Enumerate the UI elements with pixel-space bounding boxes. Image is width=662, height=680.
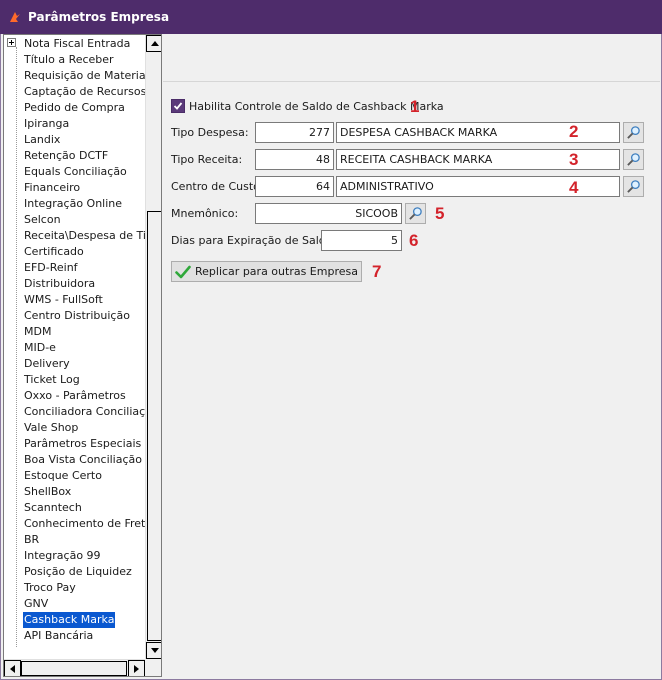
tree-item[interactable]: BR bbox=[23, 532, 40, 548]
tree-item[interactable]: Título a Receber bbox=[23, 52, 115, 68]
tree-item[interactable]: Distribuidora bbox=[23, 276, 96, 292]
tree-item[interactable]: Financeiro bbox=[23, 180, 81, 196]
tree-item[interactable]: Cashback Marka bbox=[23, 612, 116, 628]
tree-item[interactable]: Centro Distribuição bbox=[23, 308, 131, 324]
tree-vertical-scrollbar[interactable] bbox=[145, 35, 161, 659]
tree-item[interactable]: Parâmetros Especiais bbox=[23, 436, 142, 452]
tree-item[interactable]: Conciliadora Conciliação bbox=[23, 404, 145, 420]
scroll-left-button[interactable] bbox=[4, 660, 21, 676]
tree-item[interactable]: Delivery bbox=[23, 356, 71, 372]
tree-item[interactable]: Pedido de Compra bbox=[23, 100, 126, 116]
tipo-despesa-label: Tipo Despesa: bbox=[171, 126, 249, 139]
magnifier-icon bbox=[627, 180, 640, 193]
tipo-receita-lookup-button[interactable] bbox=[623, 149, 644, 170]
horizontal-scroll-thumb[interactable] bbox=[21, 661, 127, 676]
tree-item[interactable]: EFD-Reinf bbox=[23, 260, 79, 276]
tree-item[interactable]: Retenção DCTF bbox=[23, 148, 109, 164]
arrow-down-icon bbox=[150, 648, 159, 653]
tree-item[interactable]: Ipiranga bbox=[23, 116, 70, 132]
tree-item[interactable]: Conhecimento de Frete bbox=[23, 516, 145, 532]
tree-item[interactable]: Equals Conciliação bbox=[23, 164, 128, 180]
annotation-3: 3 bbox=[569, 150, 579, 169]
tree-item[interactable]: Posição de Liquidez bbox=[23, 564, 133, 580]
annotation-1: 1 bbox=[410, 97, 420, 116]
tree-item[interactable]: GNV bbox=[23, 596, 49, 612]
checkmark-icon bbox=[173, 102, 183, 110]
tree-list: Nota Fiscal Entrada Título a Receber Requi… bbox=[4, 35, 145, 659]
tree-item[interactable]: Requisição de Materiais bbox=[23, 68, 145, 84]
habilita-label: Habilita Controle de Saldo de Cashback M… bbox=[189, 99, 444, 113]
panel-divider bbox=[163, 81, 660, 82]
scroll-up-button[interactable] bbox=[146, 35, 161, 52]
tree-item[interactable]: Scanntech bbox=[23, 500, 83, 516]
annotation-5: 5 bbox=[435, 204, 445, 223]
tree-item[interactable]: Troco Pay bbox=[23, 580, 77, 596]
arrow-up-icon bbox=[150, 41, 159, 46]
centro-custo-lookup-button[interactable] bbox=[623, 176, 644, 197]
title-bar: Parâmetros Empresa bbox=[0, 0, 662, 34]
replicar-button[interactable]: Replicar para outras Empresa bbox=[171, 261, 362, 282]
green-check-icon bbox=[175, 265, 191, 278]
scroll-down-button[interactable] bbox=[146, 642, 161, 659]
vertical-scroll-thumb[interactable] bbox=[147, 211, 161, 641]
tipo-despesa-lookup-button[interactable] bbox=[623, 122, 644, 143]
mnemonico-field[interactable]: SICOOB bbox=[255, 203, 402, 224]
tree-item[interactable]: Estoque Certo bbox=[23, 468, 103, 484]
tree-item[interactable]: API Bancária bbox=[23, 628, 94, 644]
magnifier-icon bbox=[627, 153, 640, 166]
habilita-checkbox[interactable] bbox=[171, 99, 185, 113]
scrollbar-corner bbox=[145, 659, 161, 676]
dias-expiracao-field[interactable]: 5 bbox=[321, 230, 402, 251]
annotation-6: 6 bbox=[409, 231, 419, 250]
replicar-button-label: Replicar para outras Empresa bbox=[195, 265, 358, 278]
tree-item[interactable]: Integração 99 bbox=[23, 548, 102, 564]
annotation-4: 4 bbox=[569, 178, 579, 197]
mnemonico-lookup-button[interactable] bbox=[405, 203, 426, 224]
tree-guide-line bbox=[16, 47, 17, 647]
dias-expiracao-label: Dias para Expiração de Saldo: bbox=[171, 234, 337, 247]
window-title: Parâmetros Empresa bbox=[28, 10, 170, 24]
magnifier-icon bbox=[409, 207, 422, 220]
tree-item[interactable]: Selcon bbox=[23, 212, 62, 228]
tree-item[interactable]: MID-e bbox=[23, 340, 57, 356]
tree-item[interactable]: Certificado bbox=[23, 244, 85, 260]
tree-item[interactable]: MDM bbox=[23, 324, 52, 340]
plus-expander-icon[interactable] bbox=[7, 38, 16, 47]
mnemonico-label: Mnemônico: bbox=[171, 207, 239, 220]
tree-item[interactable]: Captação de Recursos bbox=[23, 84, 145, 100]
tree-horizontal-scrollbar[interactable] bbox=[4, 659, 145, 676]
tipo-receita-code-field[interactable]: 48 bbox=[255, 149, 334, 170]
tree-item[interactable]: Integração Online bbox=[23, 196, 123, 212]
tipo-receita-label: Tipo Receita: bbox=[171, 153, 243, 166]
centro-custo-label: Centro de Custo: bbox=[171, 180, 264, 193]
parameters-tree[interactable]: Nota Fiscal Entrada Título a Receber Requi… bbox=[3, 34, 162, 677]
tree-item[interactable]: Boa Vista Conciliação bbox=[23, 452, 143, 468]
tree-item[interactable]: Nota Fiscal Entrada bbox=[23, 36, 131, 52]
tree-item[interactable]: Vale Shop bbox=[23, 420, 79, 436]
arrow-right-icon bbox=[134, 664, 139, 673]
tree-item[interactable]: Ticket Log bbox=[23, 372, 81, 388]
annotation-2: 2 bbox=[569, 122, 579, 141]
arrow-left-icon bbox=[10, 664, 15, 673]
centro-custo-code-field[interactable]: 64 bbox=[255, 176, 334, 197]
habilita-row[interactable]: Habilita Controle de Saldo de Cashback M… bbox=[171, 99, 444, 113]
tree-item[interactable]: WMS - FullSoft bbox=[23, 292, 104, 308]
scroll-right-button[interactable] bbox=[128, 660, 145, 676]
annotation-7: 7 bbox=[372, 262, 382, 281]
app-logo-icon bbox=[10, 12, 20, 22]
tree-item[interactable]: Receita\Despesa de Titul bbox=[23, 228, 145, 244]
tipo-despesa-code-field[interactable]: 277 bbox=[255, 122, 334, 143]
tree-item[interactable]: ShellBox bbox=[23, 484, 72, 500]
magnifier-icon bbox=[627, 126, 640, 139]
tree-item[interactable]: Landix bbox=[23, 132, 61, 148]
tree-item[interactable]: Oxxo - Parâmetros bbox=[23, 388, 127, 404]
